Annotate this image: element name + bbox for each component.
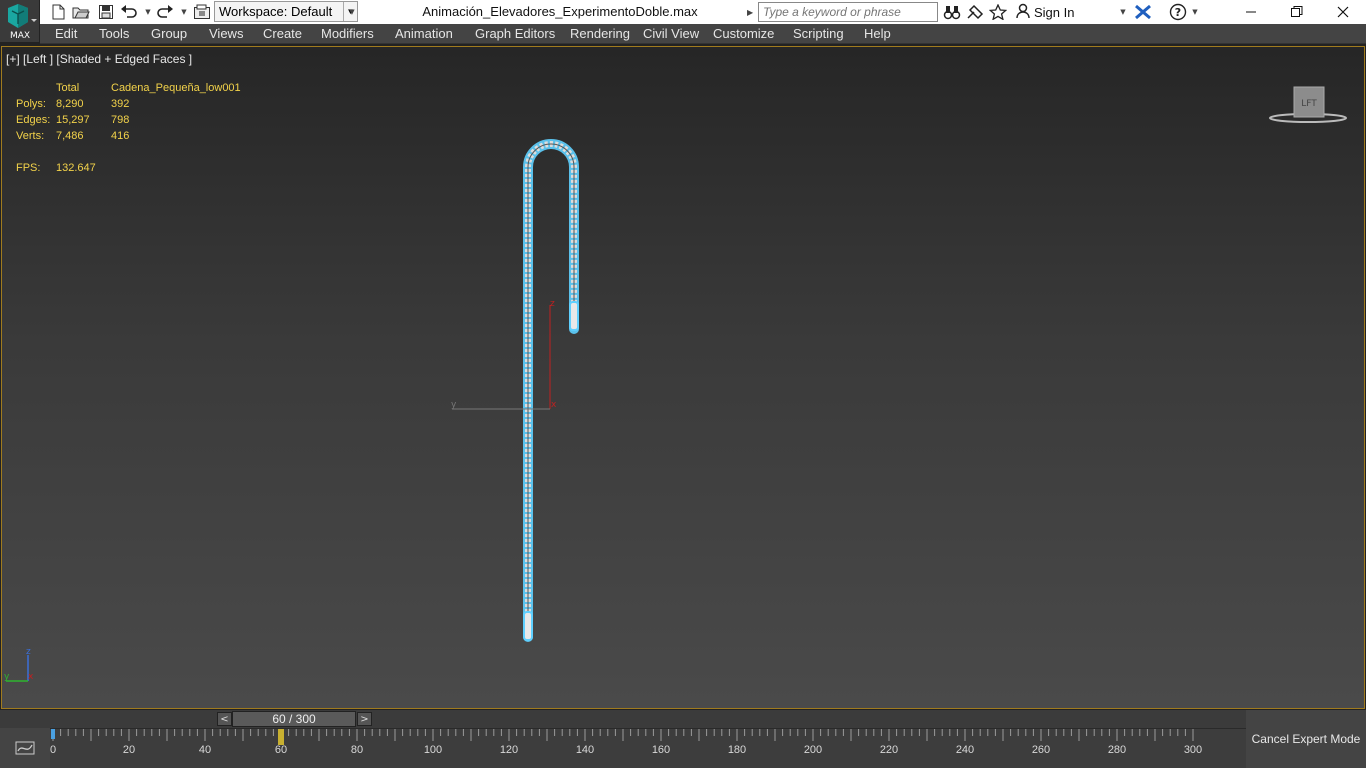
chain-object[interactable] [523,139,579,642]
project-folder-icon[interactable] [192,2,212,22]
trackbar-tick-label: 280 [1108,744,1126,756]
help-dropdown-icon[interactable]: ▼ [1190,2,1200,22]
trackbar-ticks: 0 20 40 60 80 100 120 140 160 180 200 220 240 260 280 3… [50,729,1202,756]
menu-customize[interactable]: Customize [713,26,774,41]
tripod-y-label: y [4,672,10,682]
trackbar-tick-label: 220 [880,744,898,756]
svg-text:?: ? [1175,6,1181,19]
max-label: MAX [9,31,31,41]
menu-civil-view[interactable]: Civil View [643,26,699,41]
trackbar-tick-label: 100 [424,744,442,756]
gizmo-x-label: x [551,400,557,410]
time-slider-thumb[interactable]: 60 / 300 [232,711,356,727]
menu-modifiers[interactable]: Modifiers [321,26,374,41]
current-frame-marker[interactable] [278,729,284,745]
search-input[interactable] [758,2,938,22]
menu-group[interactable]: Group [151,26,187,41]
undo-icon[interactable] [119,2,139,22]
minimize-button[interactable] [1228,0,1274,24]
new-file-icon[interactable] [48,2,68,22]
sign-in-label: Sign In [1034,4,1075,20]
undo-dropdown-icon[interactable]: ▼ [143,2,153,22]
save-icon[interactable] [96,2,116,22]
menu-create[interactable]: Create [263,26,302,41]
axis-tripod: z y x [4,647,34,682]
quick-access-customize-icon[interactable]: ▼ [346,2,358,22]
trackbar-tick-label: 140 [576,744,594,756]
tripod-z-label: z [26,647,31,657]
workspace-dropdown[interactable]: Workspace: Default ▼ [214,1,358,22]
autodesk-exchange-icon[interactable] [1133,2,1153,22]
window-title: Animación_Elevadores_ExperimentoDoble.ma… [422,4,698,19]
menu-tools[interactable]: Tools [99,26,129,41]
time-slider-prev-button[interactable]: < [217,712,232,726]
workspace-label: Workspace: Default [219,4,333,19]
open-file-icon[interactable] [71,2,91,22]
title-bar: ▼ ▼ Workspace: Default ▼ ▼ Animación_Ele… [0,0,1366,24]
user-icon [1016,3,1030,22]
trackbar-tick-label: 120 [500,744,518,756]
search-expand-icon[interactable]: ▶ [747,4,757,20]
sign-in-button[interactable]: Sign In [1016,3,1074,21]
animation-key-marker[interactable] [51,729,55,739]
cancel-expert-mode-button[interactable]: Cancel Expert Mode [1252,732,1361,746]
time-slider-next-button[interactable]: > [357,712,372,726]
redo-dropdown-icon[interactable]: ▼ [179,2,189,22]
transform-gizmo[interactable]: z x y [451,299,557,410]
application-menu-button[interactable]: MAX [0,0,40,42]
view-cube[interactable]: LFT [1269,86,1347,123]
gizmo-y-label: y [451,400,457,410]
sign-in-dropdown-icon[interactable]: ▼ [1118,2,1128,22]
curve-editor-icon [15,741,35,755]
curve-editor-toggle-button[interactable] [0,728,50,768]
trackbar-tick-label: 240 [956,744,974,756]
favorites-star-icon[interactable] [988,2,1008,22]
menu-graph-editors[interactable]: Graph Editors [475,26,555,41]
tripod-x-label: x [28,672,34,682]
max-logo-icon [8,4,37,28]
trackbar-tick-label: 20 [123,744,135,756]
menu-help[interactable]: Help [864,26,891,41]
binoculars-icon[interactable] [942,2,962,22]
trackbar-tick-label: 160 [652,744,670,756]
trackbar-tick-label: 180 [728,744,746,756]
expert-mode-panel: Cancel Expert Mode [1246,710,1366,768]
trackbar-tick-label: 60 [275,744,287,756]
close-button[interactable] [1320,0,1366,24]
trackbar-tick-label: 300 [1184,744,1202,756]
menu-edit[interactable]: Edit [55,26,77,41]
trackbar[interactable]: 0 20 40 60 80 100 120 140 160 180 200 220 240 260 280 3… [50,728,1246,768]
gizmo-z-label: z [550,299,555,309]
trackbar-tick-label: 200 [804,744,822,756]
menu-rendering[interactable]: Rendering [570,26,630,41]
view-cube-label: LFT [1301,99,1317,109]
menu-views[interactable]: Views [209,26,243,41]
help-icon[interactable]: ? [1168,2,1188,22]
menu-bar: Edit Tools Group Views Create Modifiers … [40,24,1366,44]
menu-animation[interactable]: Animation [395,26,453,41]
redo-icon[interactable] [155,2,175,22]
viewport-scene: z x y LFT z y x [4,86,1347,682]
menu-scripting[interactable]: Scripting [793,26,844,41]
trackbar-tick-label: 40 [199,744,211,756]
restore-button[interactable] [1274,0,1320,24]
trackbar-tick-label: 80 [351,744,363,756]
left-viewport[interactable]: [+] [Left ] [Shaded + Edged Faces ] Tota… [1,46,1365,709]
trackbar-tick-label: 260 [1032,744,1050,756]
time-slider-area: < 60 / 300 > 0 20 40 60 80 100 120 140 160 180 200… [0,710,1366,768]
communication-center-icon[interactable] [965,2,985,22]
trackbar-tick-label: 0 [50,744,56,756]
